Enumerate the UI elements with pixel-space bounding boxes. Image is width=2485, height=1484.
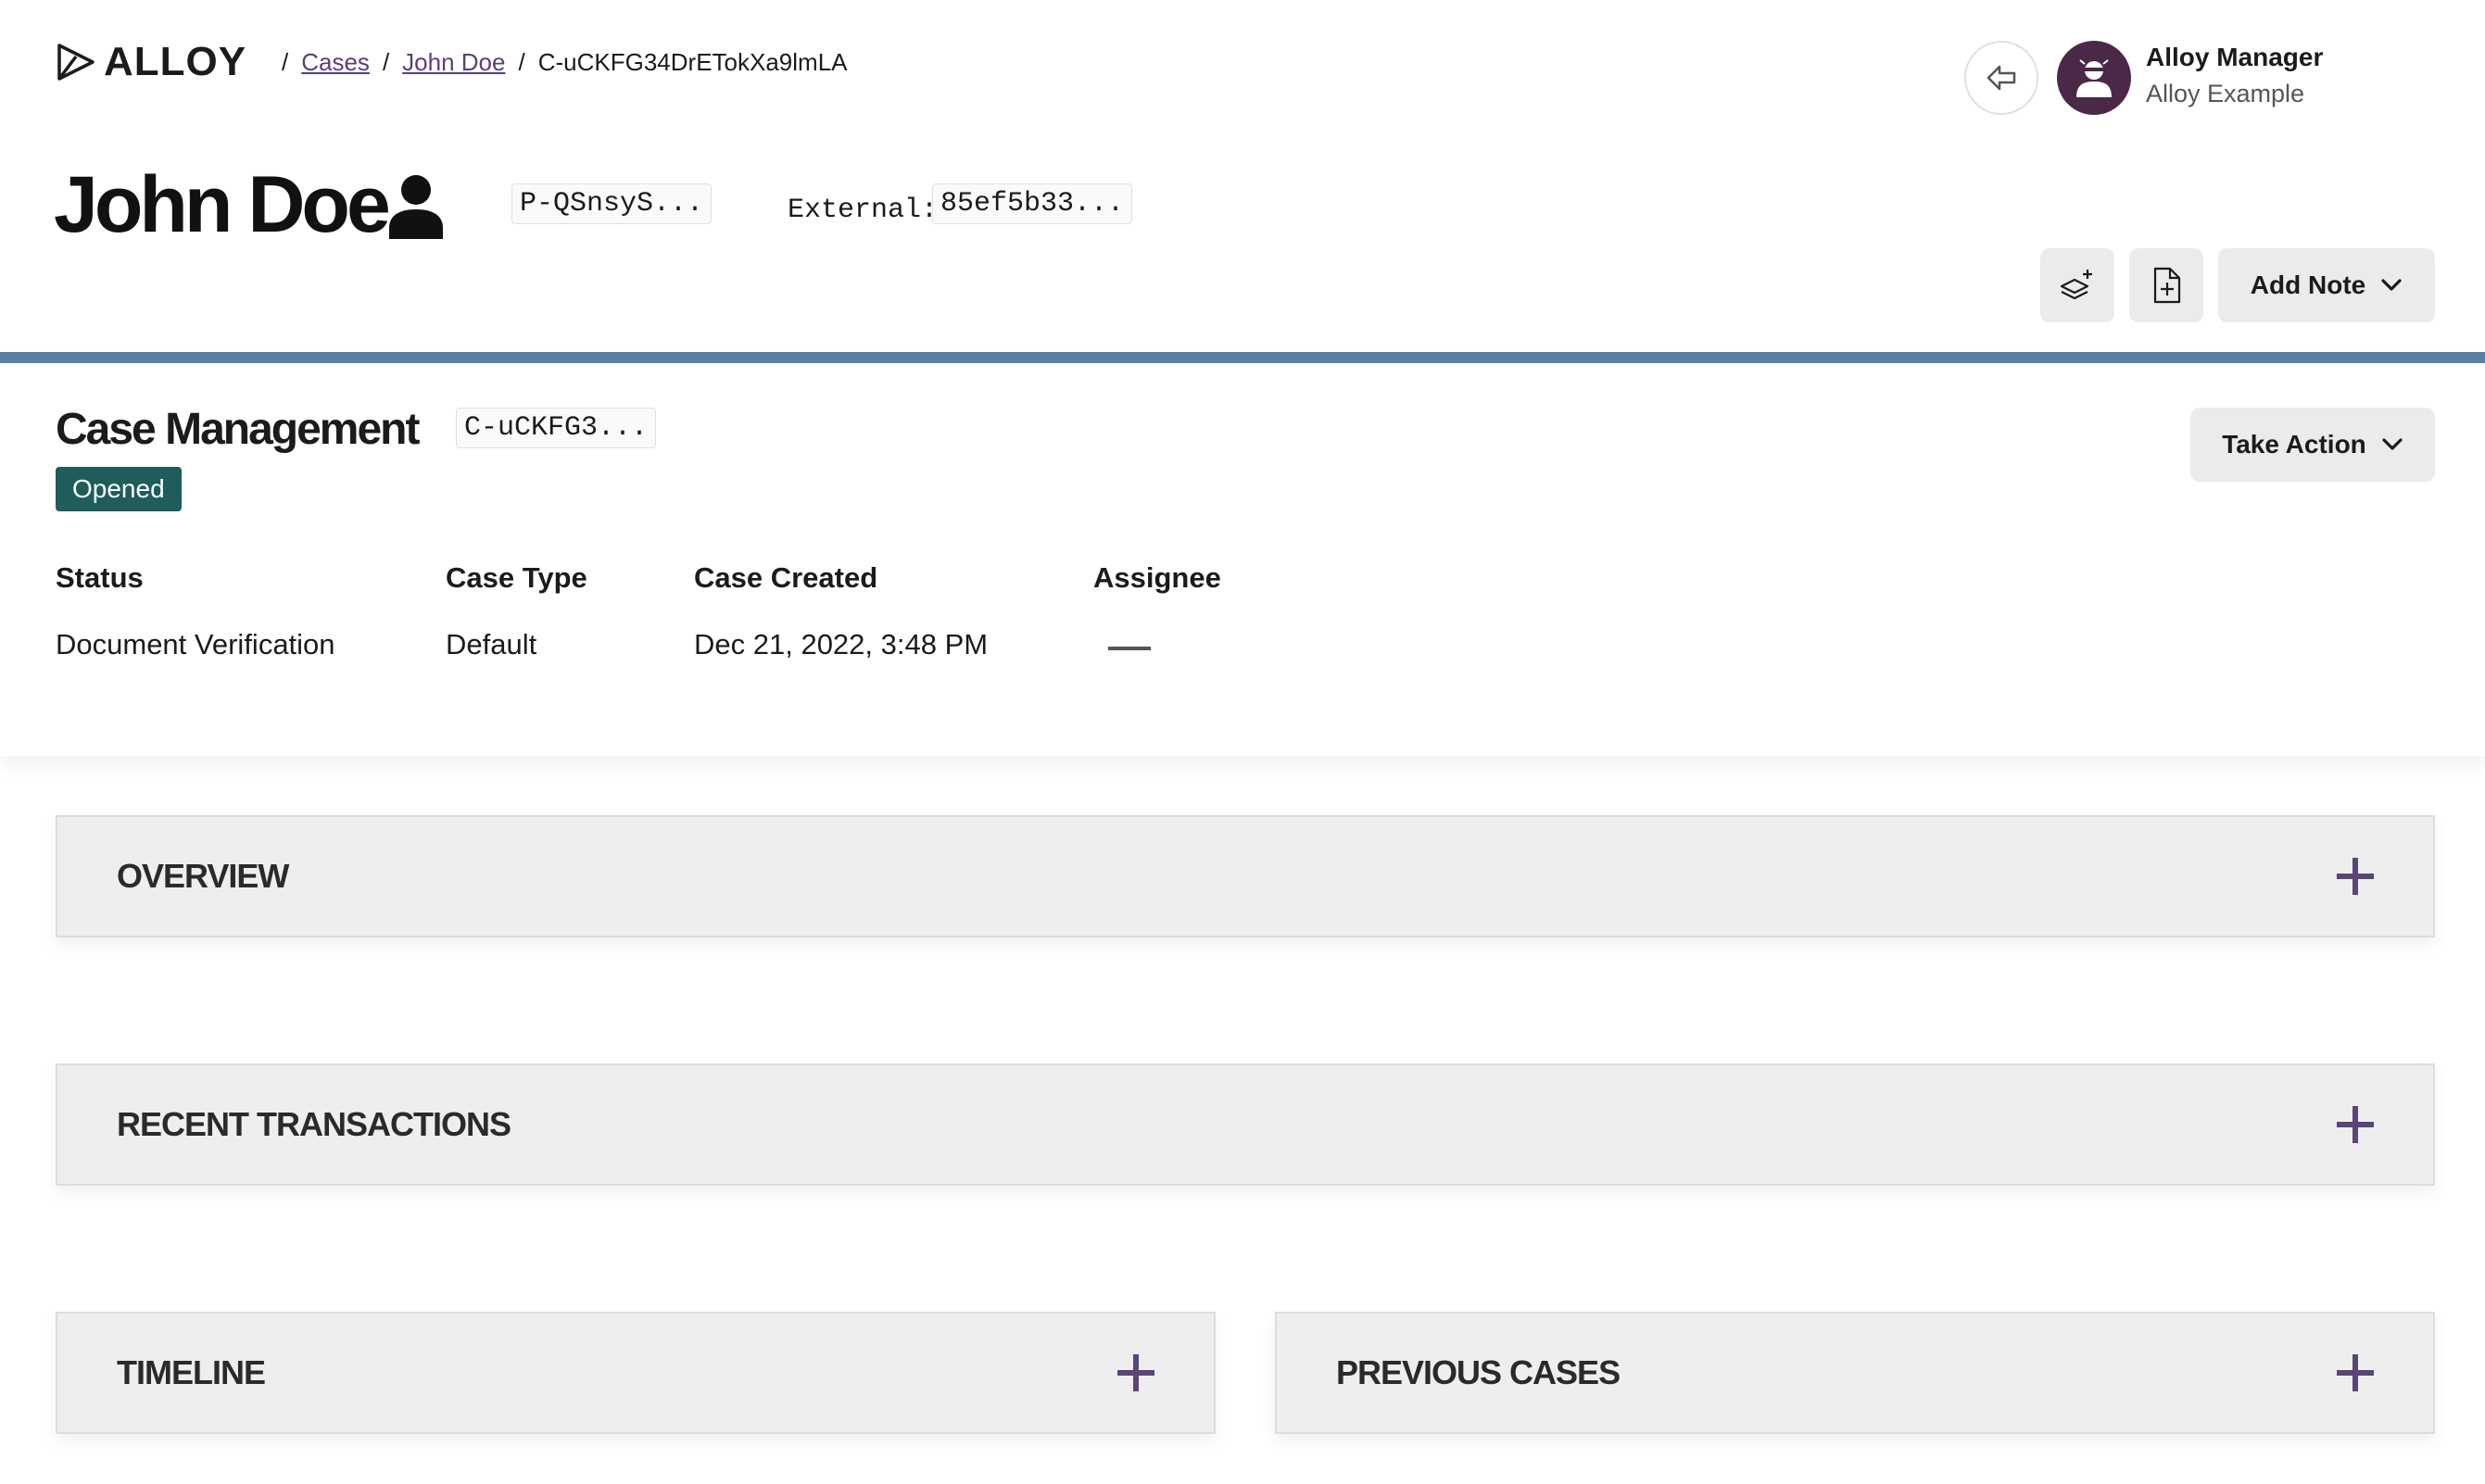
user-avatar-icon bbox=[2076, 59, 2112, 97]
case-management-panel: Case Management C-uCKFG3... Opened Take … bbox=[0, 363, 2485, 756]
header-divider bbox=[0, 352, 2485, 363]
recent-transactions-title: RECENT TRANSACTIONS bbox=[117, 1105, 511, 1143]
entity-name: John Doe bbox=[54, 160, 391, 249]
alloy-logo[interactable]: ALLOY bbox=[56, 39, 246, 85]
status-value: Document Verification bbox=[56, 628, 335, 660]
user-avatar[interactable] bbox=[2057, 41, 2131, 115]
add-note-label: Add Note bbox=[2250, 270, 2366, 299]
chevron-down-icon bbox=[2381, 279, 2402, 291]
timeline-section[interactable]: TIMELINE bbox=[56, 1312, 1216, 1434]
logo-text: ALLOY bbox=[104, 39, 247, 84]
alloy-logo-icon bbox=[57, 44, 95, 81]
take-action-label: Take Action bbox=[2222, 430, 2366, 459]
plus-icon[interactable] bbox=[2337, 1106, 2374, 1143]
chevron-down-icon bbox=[2382, 438, 2403, 450]
plus-icon[interactable] bbox=[2337, 1354, 2374, 1391]
breadcrumb-separator: / bbox=[382, 48, 390, 76]
case-created-label: Case Created bbox=[694, 561, 878, 594]
plus-icon[interactable] bbox=[1117, 1354, 1154, 1391]
case-id-token[interactable]: C-uCKFG3... bbox=[456, 408, 657, 448]
recent-transactions-section[interactable]: RECENT TRANSACTIONS bbox=[56, 1063, 2435, 1186]
overview-section[interactable]: OVERVIEW bbox=[56, 815, 2435, 937]
breadcrumb-current: C-uCKFG34DrETokXa9lmLA bbox=[537, 48, 848, 76]
case-type-label: Case Type bbox=[446, 561, 587, 594]
back-arrow-icon bbox=[1987, 65, 2016, 91]
case-type-value: Default bbox=[446, 628, 537, 660]
status-label: Status bbox=[56, 561, 144, 594]
take-action-button[interactable]: Take Action bbox=[2190, 408, 2435, 482]
add-document-button[interactable] bbox=[2129, 248, 2203, 322]
case-created-value: Dec 21, 2022, 3:48 PM bbox=[694, 628, 989, 660]
status-badge: Opened bbox=[56, 467, 182, 511]
previous-cases-section[interactable]: PREVIOUS CASES bbox=[1275, 1312, 2435, 1434]
add-layer-button[interactable] bbox=[2040, 248, 2114, 322]
external-label: External: bbox=[788, 195, 939, 226]
add-note-button[interactable]: Add Note bbox=[2218, 248, 2435, 322]
back-button[interactable] bbox=[1964, 41, 2038, 115]
breadcrumb-separator: / bbox=[518, 48, 525, 76]
add-document-icon bbox=[2153, 267, 2181, 304]
case-title: Case Management bbox=[56, 405, 420, 454]
breadcrumb-link-cases[interactable]: Cases bbox=[301, 48, 370, 77]
assignee-empty-dash[interactable] bbox=[1108, 647, 1151, 650]
previous-cases-title: PREVIOUS CASES bbox=[1336, 1353, 1621, 1391]
overview-title: OVERVIEW bbox=[117, 857, 289, 895]
user-info[interactable]: Alloy Manager Alloy Example bbox=[2146, 43, 2323, 108]
timeline-title: TIMELINE bbox=[117, 1353, 266, 1391]
assignee-label: Assignee bbox=[1093, 561, 1221, 594]
external-id-token[interactable]: 85ef5b33... bbox=[932, 183, 1133, 224]
person-icon bbox=[387, 174, 445, 244]
breadcrumb-separator: / bbox=[282, 48, 289, 76]
user-org: Alloy Example bbox=[2146, 80, 2305, 107]
plus-icon[interactable] bbox=[2337, 858, 2374, 895]
user-name: Alloy Manager bbox=[2146, 43, 2324, 71]
breadcrumb: / Cases / John Doe / C-uCKFG34DrETokXa9l… bbox=[269, 48, 848, 77]
add-layers-icon bbox=[2060, 270, 2092, 300]
breadcrumb-link-entity[interactable]: John Doe bbox=[402, 48, 505, 77]
entity-id-token[interactable]: P-QSnsyS... bbox=[511, 183, 713, 224]
